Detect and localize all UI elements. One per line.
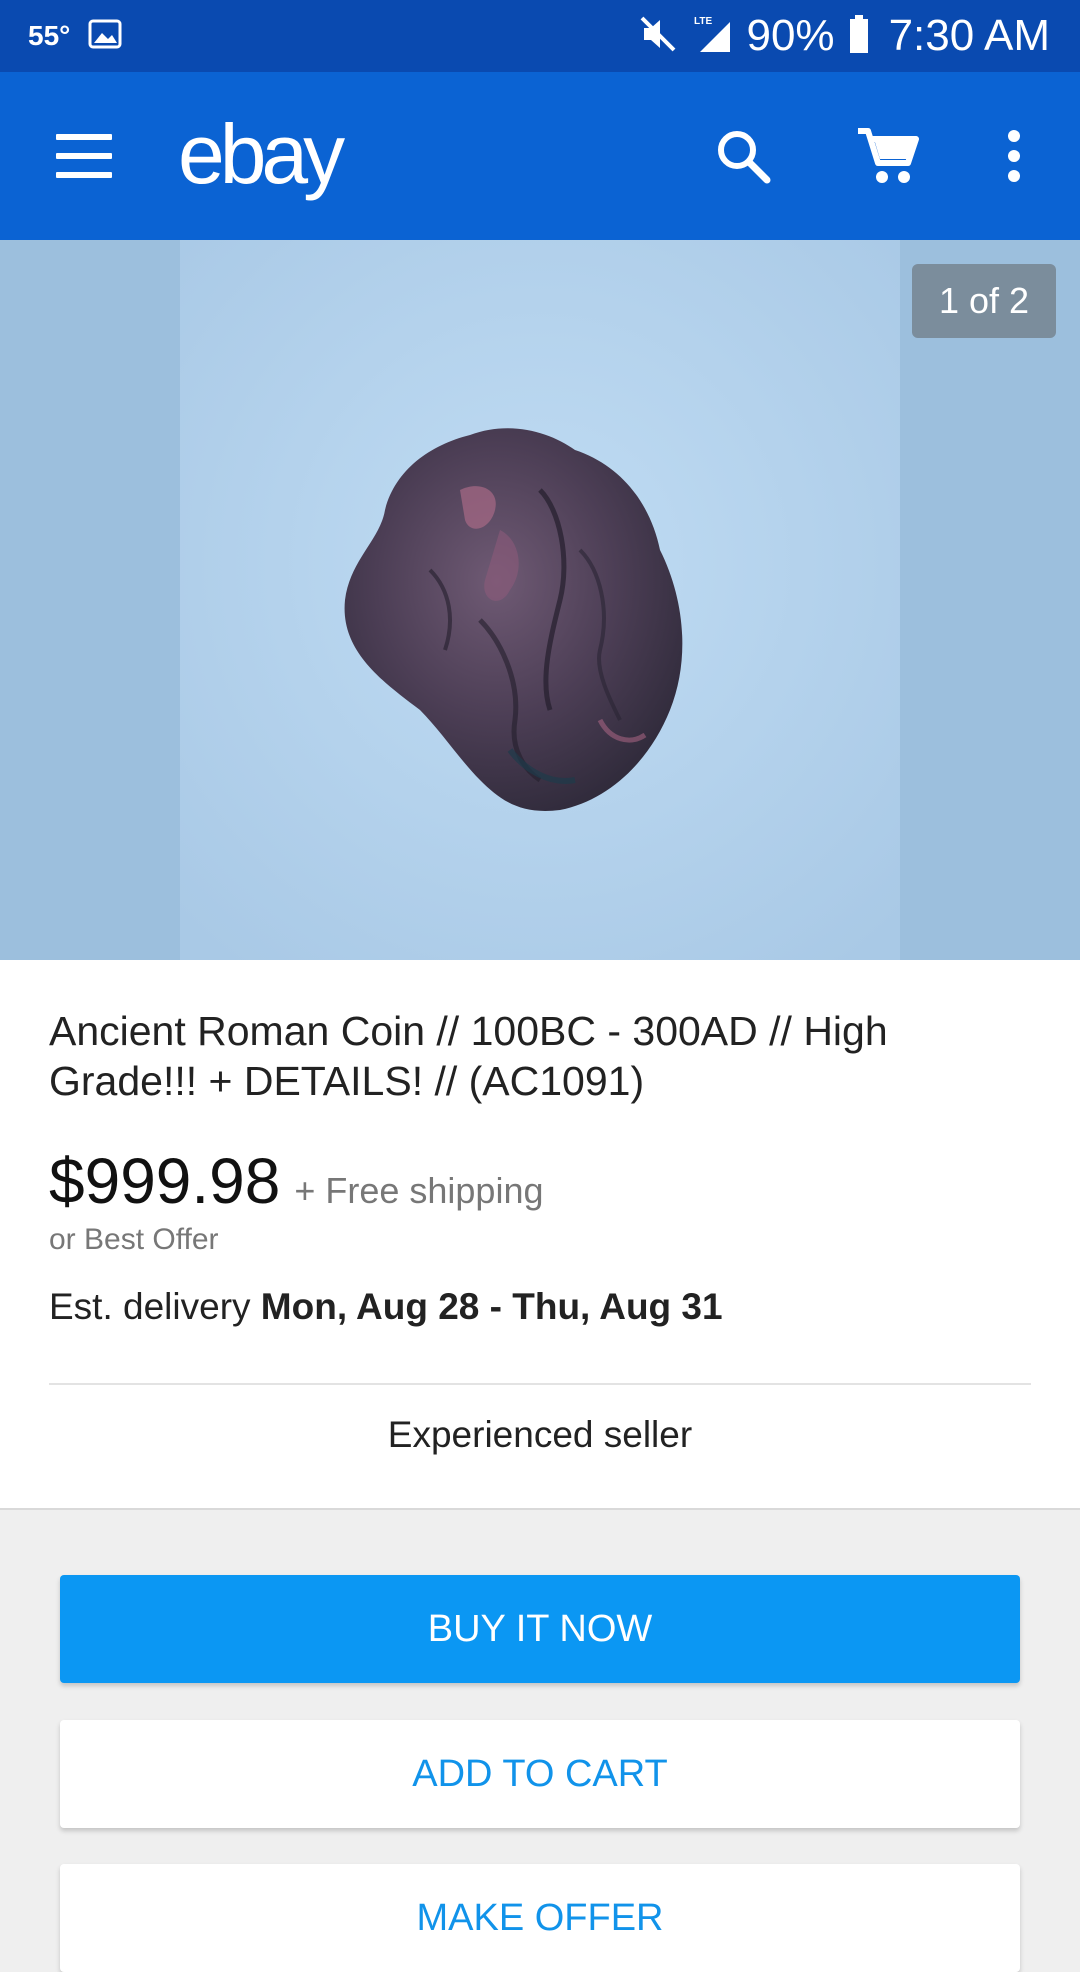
svg-text:LTE: LTE: [694, 16, 712, 27]
battery-percent: 90%: [746, 11, 835, 60]
more-vert-icon[interactable]: [978, 120, 1050, 192]
best-offer-text: or Best Offer: [49, 1223, 219, 1256]
image-icon: [88, 19, 122, 54]
shipping-text: + Free shipping: [294, 1170, 544, 1211]
listing-title: Ancient Roman Coin // 100BC - 300AD // H…: [49, 1008, 888, 1104]
divider: [49, 1383, 1031, 1385]
status-bar: 55° LTE 90% 7:30 AM: [0, 0, 1080, 72]
estimated-delivery: Est. delivery Mon, Aug 28 - Thu, Aug 31: [49, 1286, 723, 1328]
battery-icon: [849, 14, 869, 58]
image-gallery[interactable]: 1 of 2: [0, 240, 1080, 960]
app-bar: ebay: [0, 72, 1080, 240]
add-to-cart-button[interactable]: ADD TO CART: [60, 1720, 1020, 1828]
cart-icon[interactable]: [852, 120, 924, 192]
menu-icon[interactable]: [56, 134, 112, 178]
make-offer-button[interactable]: MAKE OFFER: [60, 1864, 1020, 1972]
search-icon[interactable]: [707, 120, 779, 192]
buy-it-now-button[interactable]: BUY IT NOW: [60, 1575, 1020, 1683]
price: $999.98: [49, 1145, 281, 1217]
temperature-text: 55°: [28, 20, 71, 51]
delivery-label: Est. delivery: [49, 1286, 251, 1327]
delivery-dates: Mon, Aug 28 - Thu, Aug 31: [260, 1286, 723, 1327]
price-row: $999.98 + Free shipping: [49, 1144, 544, 1218]
seller-badge[interactable]: Experienced seller: [0, 1414, 1080, 1456]
mute-icon: [638, 14, 678, 59]
lte-signal-icon: LTE: [692, 14, 732, 59]
item-photo[interactable]: [180, 240, 900, 960]
coin-image: [180, 240, 900, 960]
status-bar-left: 55°: [28, 14, 122, 58]
status-bar-right: LTE 90% 7:30 AM: [638, 10, 1050, 62]
ebay-logo[interactable]: ebay: [178, 106, 345, 203]
listing-details: Ancient Roman Coin // 100BC - 300AD // H…: [0, 960, 1080, 1510]
image-counter: 1 of 2: [912, 264, 1056, 338]
clock-text: 7:30 AM: [888, 11, 1050, 60]
